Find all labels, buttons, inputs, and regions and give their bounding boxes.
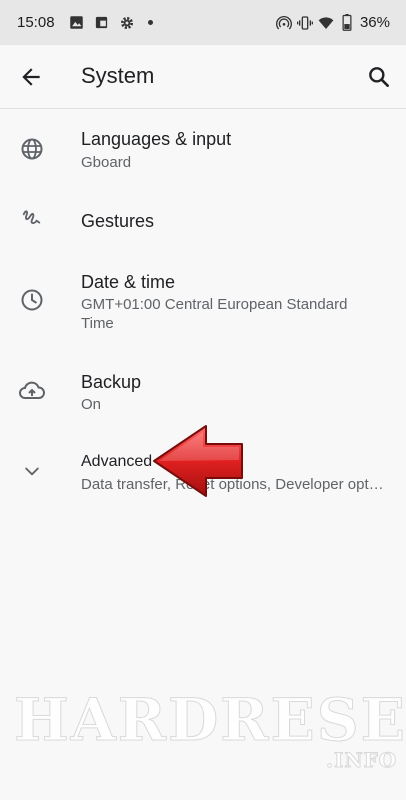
battery-icon	[339, 14, 355, 31]
globe-icon	[19, 136, 45, 162]
chevron-down-icon	[19, 458, 45, 484]
item-summary: On	[81, 396, 102, 413]
screen: 15:08 36% System Languages & input Gboar…	[0, 0, 406, 800]
status-notifications	[69, 15, 153, 31]
search-icon[interactable]	[366, 64, 392, 90]
item-title: Gestures	[81, 211, 155, 231]
list-item-languages-input[interactable]: Languages & input Gboard	[0, 109, 406, 184]
app-bar: System	[0, 45, 406, 109]
item-summary: GMT+01:00 Central European Standard Time	[81, 296, 348, 332]
status-system: 36%	[276, 14, 390, 31]
cloud-upload-icon	[19, 378, 45, 404]
battery-level: 36%	[359, 14, 390, 31]
image-icon	[69, 15, 85, 31]
status-time: 15:08	[17, 14, 55, 31]
hotspot-icon	[276, 15, 292, 31]
dot-icon	[147, 20, 153, 25]
item-title: Languages & input	[81, 129, 232, 149]
gesture-icon	[19, 205, 45, 231]
watermark: HARDRESET	[14, 686, 406, 755]
item-title: Advanced	[81, 453, 153, 470]
list-item-backup[interactable]: Backup On	[0, 354, 406, 434]
item-title: Backup	[81, 372, 142, 392]
list-item-gestures[interactable]: Gestures	[0, 184, 406, 256]
red-pointer-arrow	[153, 425, 243, 497]
list-item-date-time[interactable]: Date & time GMT+01:00 Central European S…	[0, 256, 406, 354]
wifi-icon	[318, 15, 334, 31]
status-bar: 15:08 36%	[0, 0, 406, 45]
settings-gear-icon	[119, 15, 135, 31]
vibrate-icon	[296, 15, 313, 31]
item-title: Date & time	[81, 272, 176, 292]
clipboard-icon	[94, 15, 110, 31]
watermark-sub: .INFO	[325, 748, 398, 773]
item-summary: Gboard	[81, 154, 132, 171]
page-title: System	[81, 63, 155, 88]
arrow-back-icon[interactable]	[18, 64, 44, 90]
clock-icon	[19, 287, 45, 313]
